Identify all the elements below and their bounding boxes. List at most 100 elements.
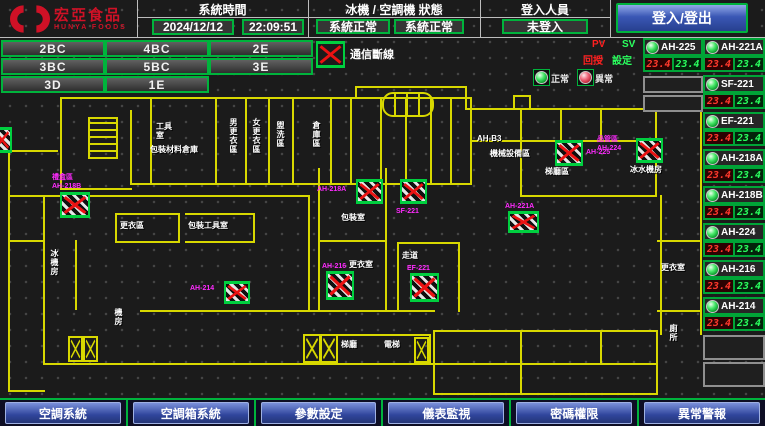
status-led-icon <box>706 41 719 54</box>
feedback-legend-label: 回授 <box>583 52 603 67</box>
red-x-icon <box>557 143 581 163</box>
wall-segment <box>115 213 180 215</box>
stair-x-icon <box>303 334 321 363</box>
unit-name-cell[interactable]: AH-218B <box>703 186 765 204</box>
unit-name-cell[interactable]: EF-221 <box>703 112 765 130</box>
room-label: 包裝工具室 <box>188 221 228 230</box>
room-label: 更衣室 <box>349 260 373 269</box>
unit-sv-value: 23.4 <box>733 243 763 255</box>
system-time-value: 22:09:51 <box>242 19 304 35</box>
unit-sv-value: 23.4 <box>733 317 763 329</box>
equipment-label: SF-221 <box>396 207 419 216</box>
unit-name-cell[interactable]: AH-224 <box>703 223 765 241</box>
equipment-area-label: 禮盒區 <box>52 173 73 182</box>
wall-segment <box>435 363 656 365</box>
floor-button-5bc[interactable]: 5BC <box>105 58 209 75</box>
wall-segment <box>115 213 117 243</box>
floor-button-2bc[interactable]: 2BC <box>1 40 105 57</box>
equipment-label: AH-221A <box>505 202 534 211</box>
system-date-value: 2024/12/12 <box>152 19 234 35</box>
wall-segment <box>178 213 180 243</box>
logo-title: 宏亞食品 <box>54 8 127 24</box>
red-x-icon <box>358 182 381 201</box>
unit-pv-value: 23.4 <box>705 206 733 218</box>
comm-loss-marker[interactable] <box>555 140 583 166</box>
unit-values-cell: 23.423.4 <box>703 167 765 183</box>
unit-sv-value: 23.4 <box>733 169 763 181</box>
status-led-icon <box>706 189 719 202</box>
floor-button-1e[interactable]: 1E <box>105 76 209 93</box>
wall-segment <box>330 99 332 185</box>
room-label: 電梯 <box>384 340 400 349</box>
nav-meter-monitor-button[interactable]: 儀表監視 <box>388 402 504 424</box>
stair-x-icon <box>414 337 429 363</box>
room-label: 包裝材料倉庫 <box>150 145 198 154</box>
wall-segment <box>75 240 77 310</box>
unit-values-cell: 23.423.4 <box>703 130 765 146</box>
nav-alarm-button[interactable]: 異常警報 <box>644 402 760 424</box>
comm-loss-marker[interactable] <box>60 192 90 218</box>
wall-segment <box>8 390 45 392</box>
unit-values-cell: 23.423.4 <box>703 315 765 331</box>
chiller-status-value: 系統正常 <box>316 19 390 34</box>
comm-loss-marker[interactable] <box>0 127 12 153</box>
floor-button-3bc[interactable]: 3BC <box>1 58 105 75</box>
wall-segment <box>245 99 247 185</box>
header-rule <box>137 17 308 18</box>
unit-name-cell[interactable]: AH-216 <box>703 260 765 278</box>
comm-loss-marker[interactable] <box>636 138 663 163</box>
unit-pv-value: 23.4 <box>705 132 733 144</box>
unit-name-cell[interactable]: SF-221 <box>703 75 765 93</box>
red-x-icon <box>328 274 352 297</box>
unit-pv-value: 23.4 <box>705 280 733 292</box>
unit-name: AH-218A <box>721 153 763 164</box>
wall-segment <box>130 110 132 185</box>
wall-segment <box>215 99 217 185</box>
floor-button-2e[interactable]: 2E <box>209 40 313 57</box>
nav-cell: 異常警報 <box>639 400 765 426</box>
floor-button-3d[interactable]: 3D <box>1 76 105 93</box>
comm-loss-marker[interactable] <box>400 179 427 204</box>
wall-segment <box>8 240 45 242</box>
nav-cell: 參數設定 <box>256 400 384 426</box>
room-label: AH-B3 <box>477 134 501 143</box>
red-x-icon <box>0 130 10 150</box>
login-logout-button[interactable]: 登入/登出 <box>616 3 748 33</box>
room-label: 梯廳 <box>341 340 357 349</box>
wall-segment <box>700 112 702 335</box>
nav-ac-system-button[interactable]: 空調系統 <box>5 402 121 424</box>
nav-ahu-system-button[interactable]: 空調箱系統 <box>133 402 249 424</box>
wall-segment <box>433 393 658 395</box>
nav-parameter-settings-button[interactable]: 參數設定 <box>261 402 377 424</box>
comm-loss-marker[interactable] <box>356 179 383 204</box>
unit-values-cell: 23.423.4 <box>703 56 765 72</box>
floor-button-4bc[interactable]: 4BC <box>105 40 209 57</box>
unit-name: AH-221A <box>721 42 763 53</box>
wall-segment <box>397 244 399 312</box>
unit-name: AH-216 <box>721 264 755 275</box>
status-led-icon <box>706 152 719 165</box>
red-x-icon <box>638 141 661 160</box>
comm-loss-marker[interactable] <box>224 281 250 304</box>
red-x-icon <box>62 195 88 215</box>
empty-slot <box>643 95 703 112</box>
floor-button-3e[interactable]: 3E <box>209 58 313 75</box>
wall-segment <box>43 330 45 365</box>
unit-name-cell[interactable]: AH-225 <box>643 38 703 56</box>
nav-password-permission-button[interactable]: 密碼權限 <box>516 402 632 424</box>
header-divider <box>610 0 611 37</box>
empty-slot <box>703 335 765 360</box>
unit-sv-value: 23.4 <box>672 58 701 70</box>
normal-legend-label: 正常 <box>551 72 569 85</box>
unit-name-cell[interactable]: AH-221A <box>703 38 765 56</box>
comm-loss-marker[interactable] <box>410 273 439 302</box>
room-label: 更衣區 <box>120 221 144 230</box>
comm-loss-marker[interactable] <box>326 271 354 300</box>
comm-loss-marker[interactable] <box>508 211 539 233</box>
wall-segment <box>430 99 432 185</box>
unit-values-cell: 23.423.4 <box>703 241 765 257</box>
unit-name-cell[interactable]: AH-218A <box>703 149 765 167</box>
red-x-icon <box>402 182 425 201</box>
unit-name-cell[interactable]: AH-214 <box>703 297 765 315</box>
wall-segment <box>380 99 382 185</box>
